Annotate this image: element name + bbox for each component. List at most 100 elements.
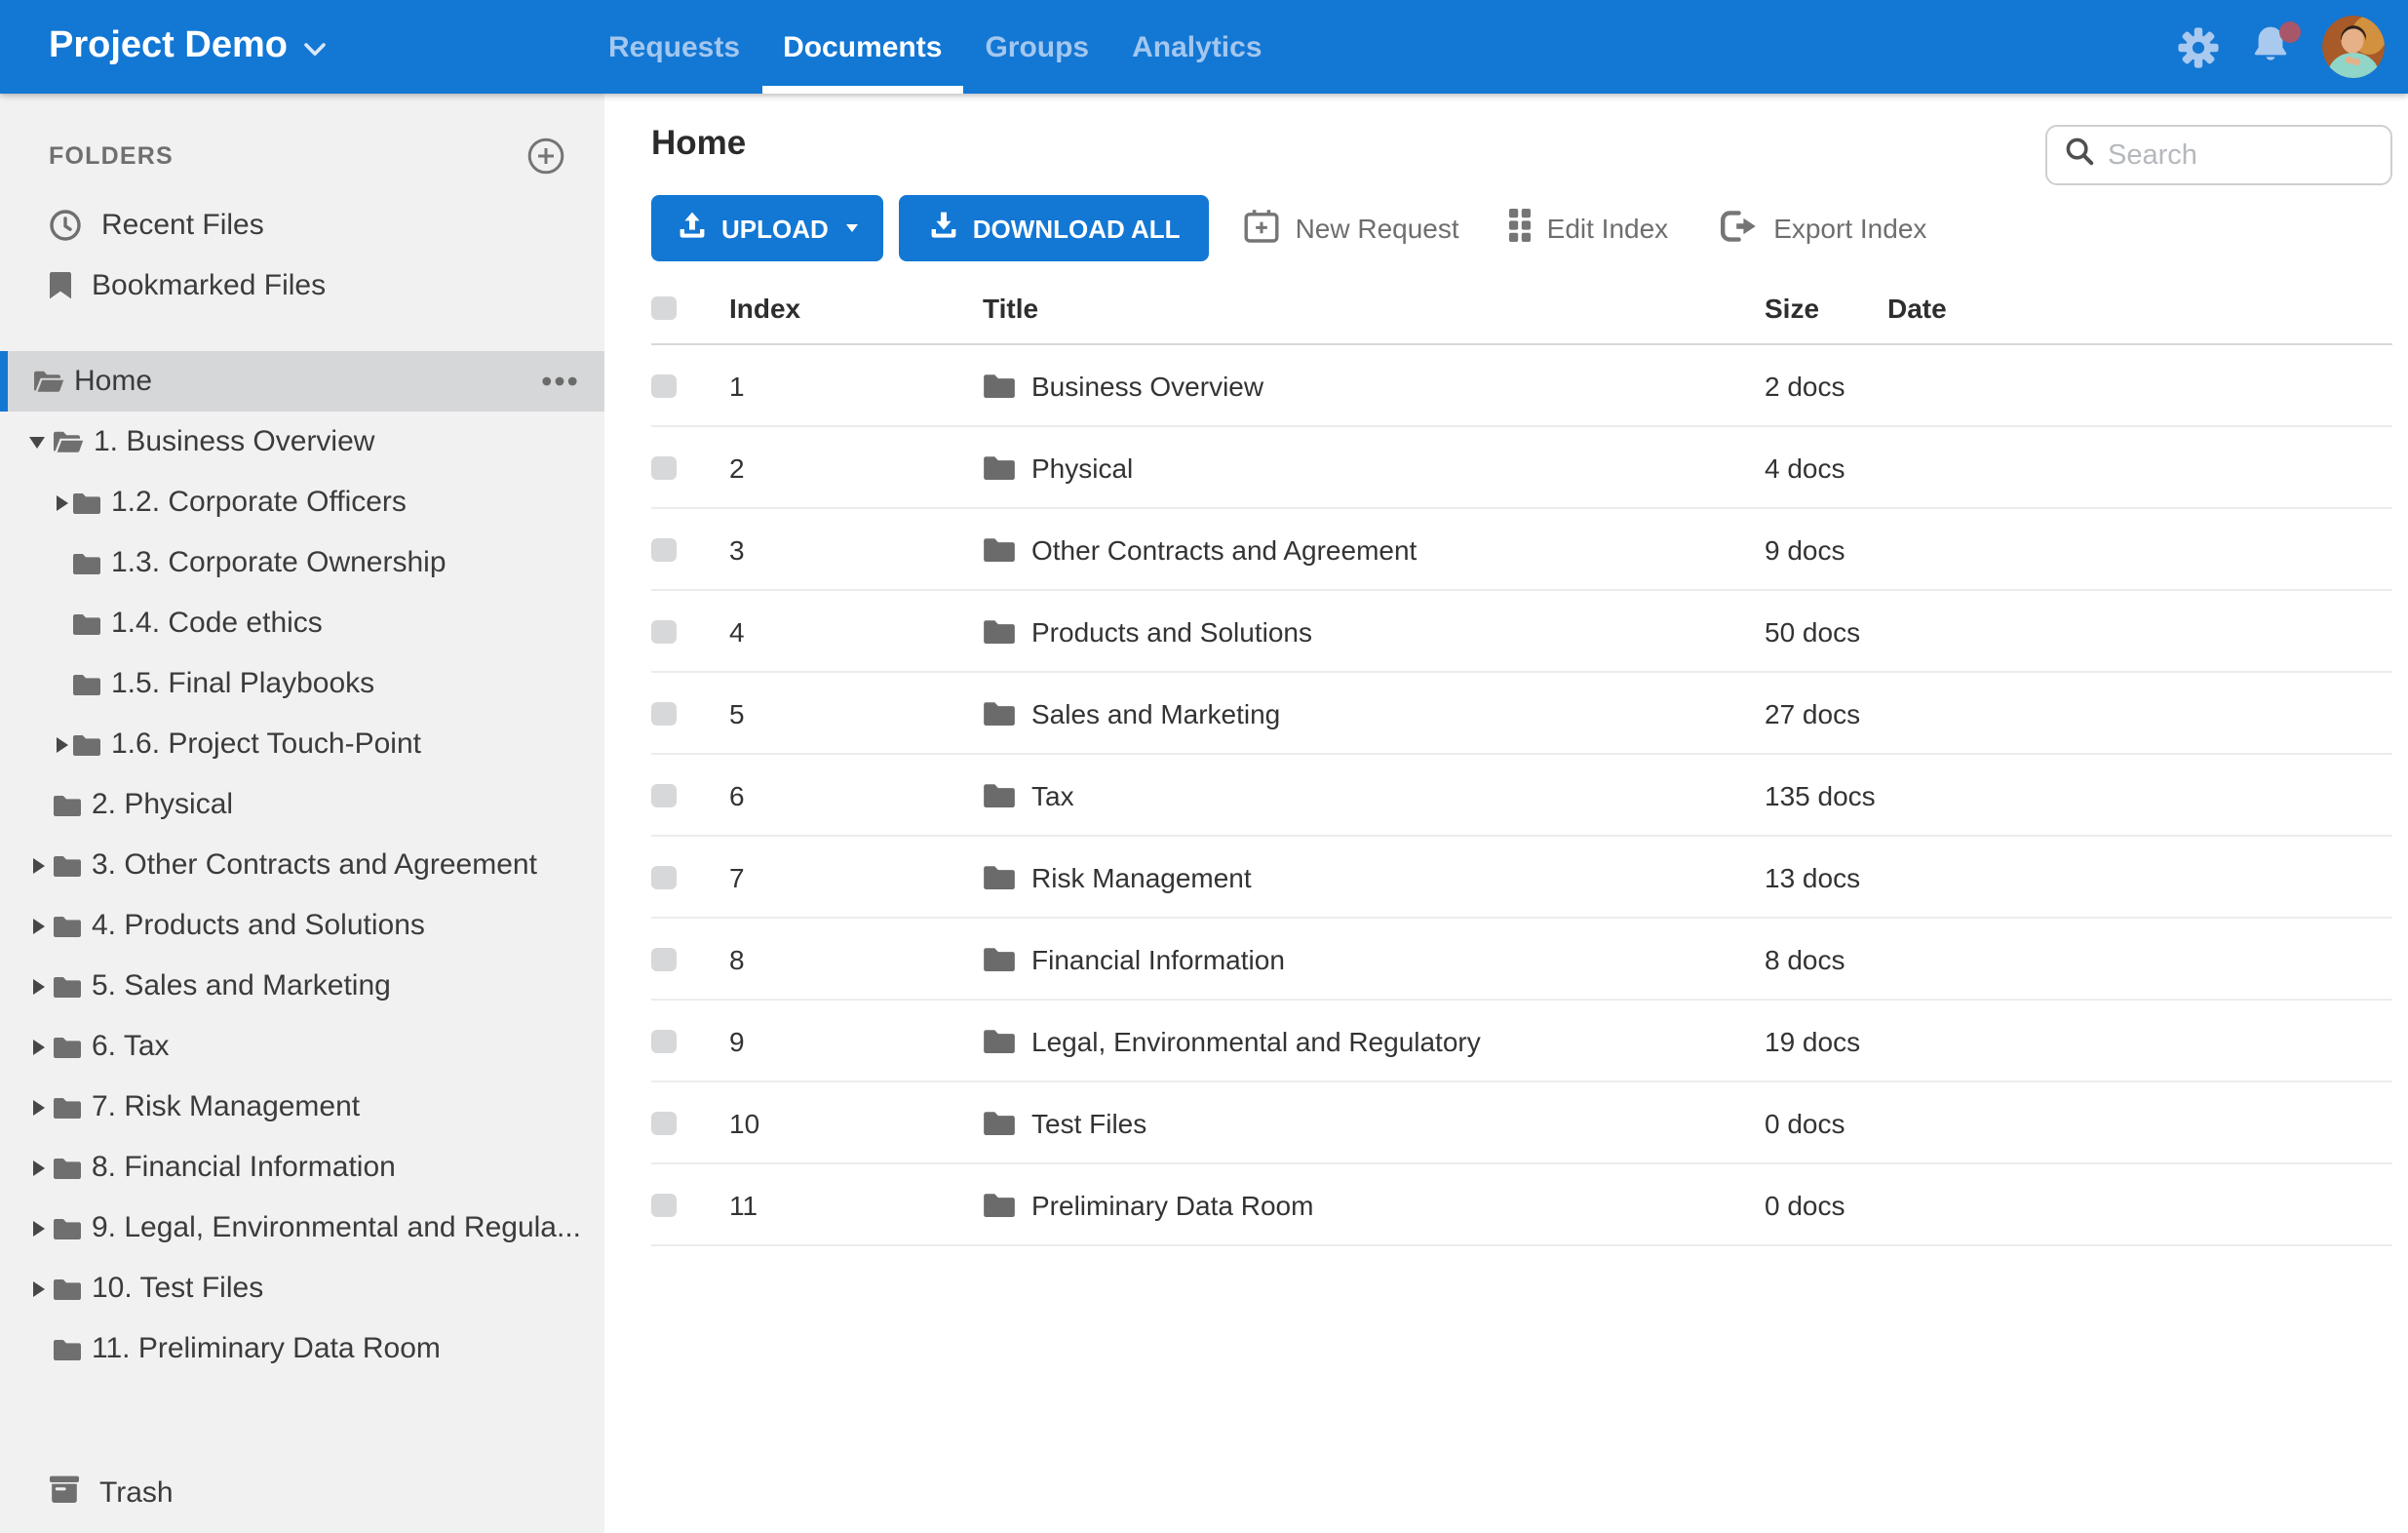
row-checkbox[interactable] — [651, 701, 677, 725]
table-row[interactable]: 3Other Contracts and Agreement9 docs — [651, 509, 2392, 591]
table-row[interactable]: 8Financial Information8 docs — [651, 919, 2392, 1001]
tree-item-9-legal-environmental-and-regula[interactable]: 9. Legal, Environmental and Regula... — [0, 1198, 604, 1258]
row-size: 13 docs — [1765, 861, 1887, 892]
row-checkbox[interactable] — [651, 783, 677, 806]
project-switcher[interactable]: Project Demo — [49, 25, 327, 68]
row-checkbox[interactable] — [651, 455, 677, 479]
edit-index-button[interactable]: Edit Index — [1510, 209, 1669, 248]
tree-item-1-5-final-playbooks[interactable]: 1.5. Final Playbooks — [0, 653, 604, 714]
row-checkbox[interactable] — [651, 373, 677, 397]
row-title[interactable]: Business Overview — [1031, 370, 1263, 401]
caret-right-icon[interactable] — [31, 855, 53, 875]
tab-documents[interactable]: Documents — [761, 0, 963, 94]
row-title[interactable]: Sales and Marketing — [1031, 697, 1280, 728]
caret-right-icon[interactable] — [55, 492, 72, 512]
tree-item-home[interactable]: Home — [0, 351, 604, 412]
add-folder-button[interactable] — [526, 137, 565, 176]
select-all-checkbox[interactable] — [651, 296, 677, 320]
row-title[interactable]: Products and Solutions — [1031, 615, 1312, 647]
table-row[interactable]: 9Legal, Environmental and Regulatory19 d… — [651, 1001, 2392, 1082]
export-index-button[interactable]: Export Index — [1719, 210, 1926, 247]
sidebar-item-recent-files[interactable]: Recent Files — [0, 195, 604, 256]
folder-icon — [72, 611, 101, 635]
trash-label: Trash — [99, 1475, 174, 1509]
row-title[interactable]: Legal, Environmental and Regulatory — [1031, 1025, 1481, 1056]
row-index: 2 — [729, 452, 983, 483]
column-header-index: Index — [729, 293, 983, 324]
tree-item-1-3-corporate-ownership[interactable]: 1.3. Corporate Ownership — [0, 532, 604, 593]
row-checkbox[interactable] — [651, 865, 677, 888]
row-checkbox[interactable] — [651, 1029, 677, 1052]
row-checkbox[interactable] — [651, 1193, 677, 1216]
tree-item-8-financial-information[interactable]: 8. Financial Information — [0, 1137, 604, 1198]
row-title[interactable]: Test Files — [1031, 1107, 1146, 1138]
caret-right-icon[interactable] — [31, 1278, 53, 1298]
table-row[interactable]: 6Tax135 docs — [651, 755, 2392, 837]
tree-item-7-risk-management[interactable]: 7. Risk Management — [0, 1077, 604, 1137]
row-checkbox[interactable] — [651, 619, 677, 643]
caret-right-icon[interactable] — [31, 1037, 53, 1056]
tree-item-label: 3. Other Contracts and Agreement — [92, 848, 537, 882]
table-row[interactable]: 1Business Overview2 docs — [651, 345, 2392, 427]
row-title[interactable]: Preliminary Data Room — [1031, 1189, 1313, 1220]
row-title[interactable]: Financial Information — [1031, 943, 1285, 974]
tree-item-1-2-corporate-officers[interactable]: 1.2. Corporate Officers — [0, 472, 604, 532]
row-title[interactable]: Physical — [1031, 452, 1133, 483]
tree-item-6-tax[interactable]: 6. Tax — [0, 1016, 604, 1077]
new-request-button[interactable]: New Request — [1245, 208, 1459, 249]
tree-item-1-4-code-ethics[interactable]: 1.4. Code ethics — [0, 593, 604, 653]
tab-analytics[interactable]: Analytics — [1110, 0, 1283, 94]
row-checkbox[interactable] — [651, 947, 677, 970]
row-checkbox[interactable] — [651, 1111, 677, 1134]
caret-right-icon[interactable] — [31, 976, 53, 996]
tree-item-label: 8. Financial Information — [92, 1151, 396, 1184]
chevron-down-icon — [846, 224, 858, 232]
sidebar-item-trash[interactable]: Trash — [49, 1463, 174, 1521]
clock-icon — [49, 209, 82, 242]
table-row[interactable]: 10Test Files0 docs — [651, 1082, 2392, 1164]
tree-item-2-physical[interactable]: 2. Physical — [0, 774, 604, 835]
table-row[interactable]: 5Sales and Marketing27 docs — [651, 673, 2392, 755]
folder-overflow-menu[interactable] — [542, 376, 577, 386]
row-title[interactable]: Tax — [1031, 779, 1074, 810]
folder-icon — [72, 491, 101, 514]
row-size: 135 docs — [1765, 779, 1887, 810]
tree-item-1-business-overview[interactable]: 1. Business Overview — [0, 412, 604, 472]
avatar[interactable] — [2322, 16, 2385, 78]
search-input[interactable] — [2108, 139, 2361, 171]
upload-button[interactable]: UPLOAD — [651, 195, 883, 261]
tab-groups[interactable]: Groups — [963, 0, 1110, 94]
caret-right-icon[interactable] — [31, 916, 53, 935]
tree-item-label: 1.3. Corporate Ownership — [111, 546, 447, 579]
table-row[interactable]: 2Physical4 docs — [651, 427, 2392, 509]
caret-right-icon[interactable] — [55, 734, 72, 754]
table-row[interactable]: 7 Risk Management 13 docs — [651, 837, 2392, 919]
row-index: 7 — [729, 861, 983, 892]
settings-button[interactable] — [2178, 26, 2219, 67]
row-title[interactable]: Other Contracts and Agreement — [1031, 533, 1417, 565]
row-checkbox[interactable] — [651, 537, 677, 561]
table-row[interactable]: 11Preliminary Data Room0 docs — [651, 1164, 2392, 1246]
tree-item-11-preliminary-data-room[interactable]: 11. Preliminary Data Room — [0, 1318, 604, 1379]
download-all-button[interactable]: DOWNLOAD ALL — [899, 195, 1210, 261]
sidebar-item-bookmarked-files[interactable]: Bookmarked Files — [0, 256, 604, 316]
caret-right-icon[interactable] — [31, 1218, 53, 1238]
row-size: 0 docs — [1765, 1107, 1887, 1138]
row-index: 9 — [729, 1025, 983, 1056]
caret-down-icon[interactable] — [31, 432, 53, 452]
tree-item-3-other-contracts-and-agreement[interactable]: 3. Other Contracts and Agreement — [0, 835, 604, 895]
table-row[interactable]: 4Products and Solutions50 docs — [651, 591, 2392, 673]
folder-icon — [53, 1035, 82, 1058]
tree-item-1-6-project-touch-point[interactable]: 1.6. Project Touch-Point — [0, 714, 604, 774]
caret-right-icon[interactable] — [31, 1097, 53, 1117]
tree-item-5-sales-and-marketing[interactable]: 5. Sales and Marketing — [0, 956, 604, 1016]
row-title[interactable]: Risk Management — [1031, 861, 1252, 892]
notifications-button[interactable] — [2250, 22, 2291, 71]
folder-icon — [53, 1216, 82, 1239]
tree-item-4-products-and-solutions[interactable]: 4. Products and Solutions — [0, 895, 604, 956]
caret-right-icon[interactable] — [31, 1158, 53, 1177]
search-box[interactable] — [2045, 125, 2392, 185]
tab-requests[interactable]: Requests — [587, 0, 761, 94]
shortcut-label: Bookmarked Files — [92, 269, 326, 302]
tree-item-10-test-files[interactable]: 10. Test Files — [0, 1258, 604, 1318]
